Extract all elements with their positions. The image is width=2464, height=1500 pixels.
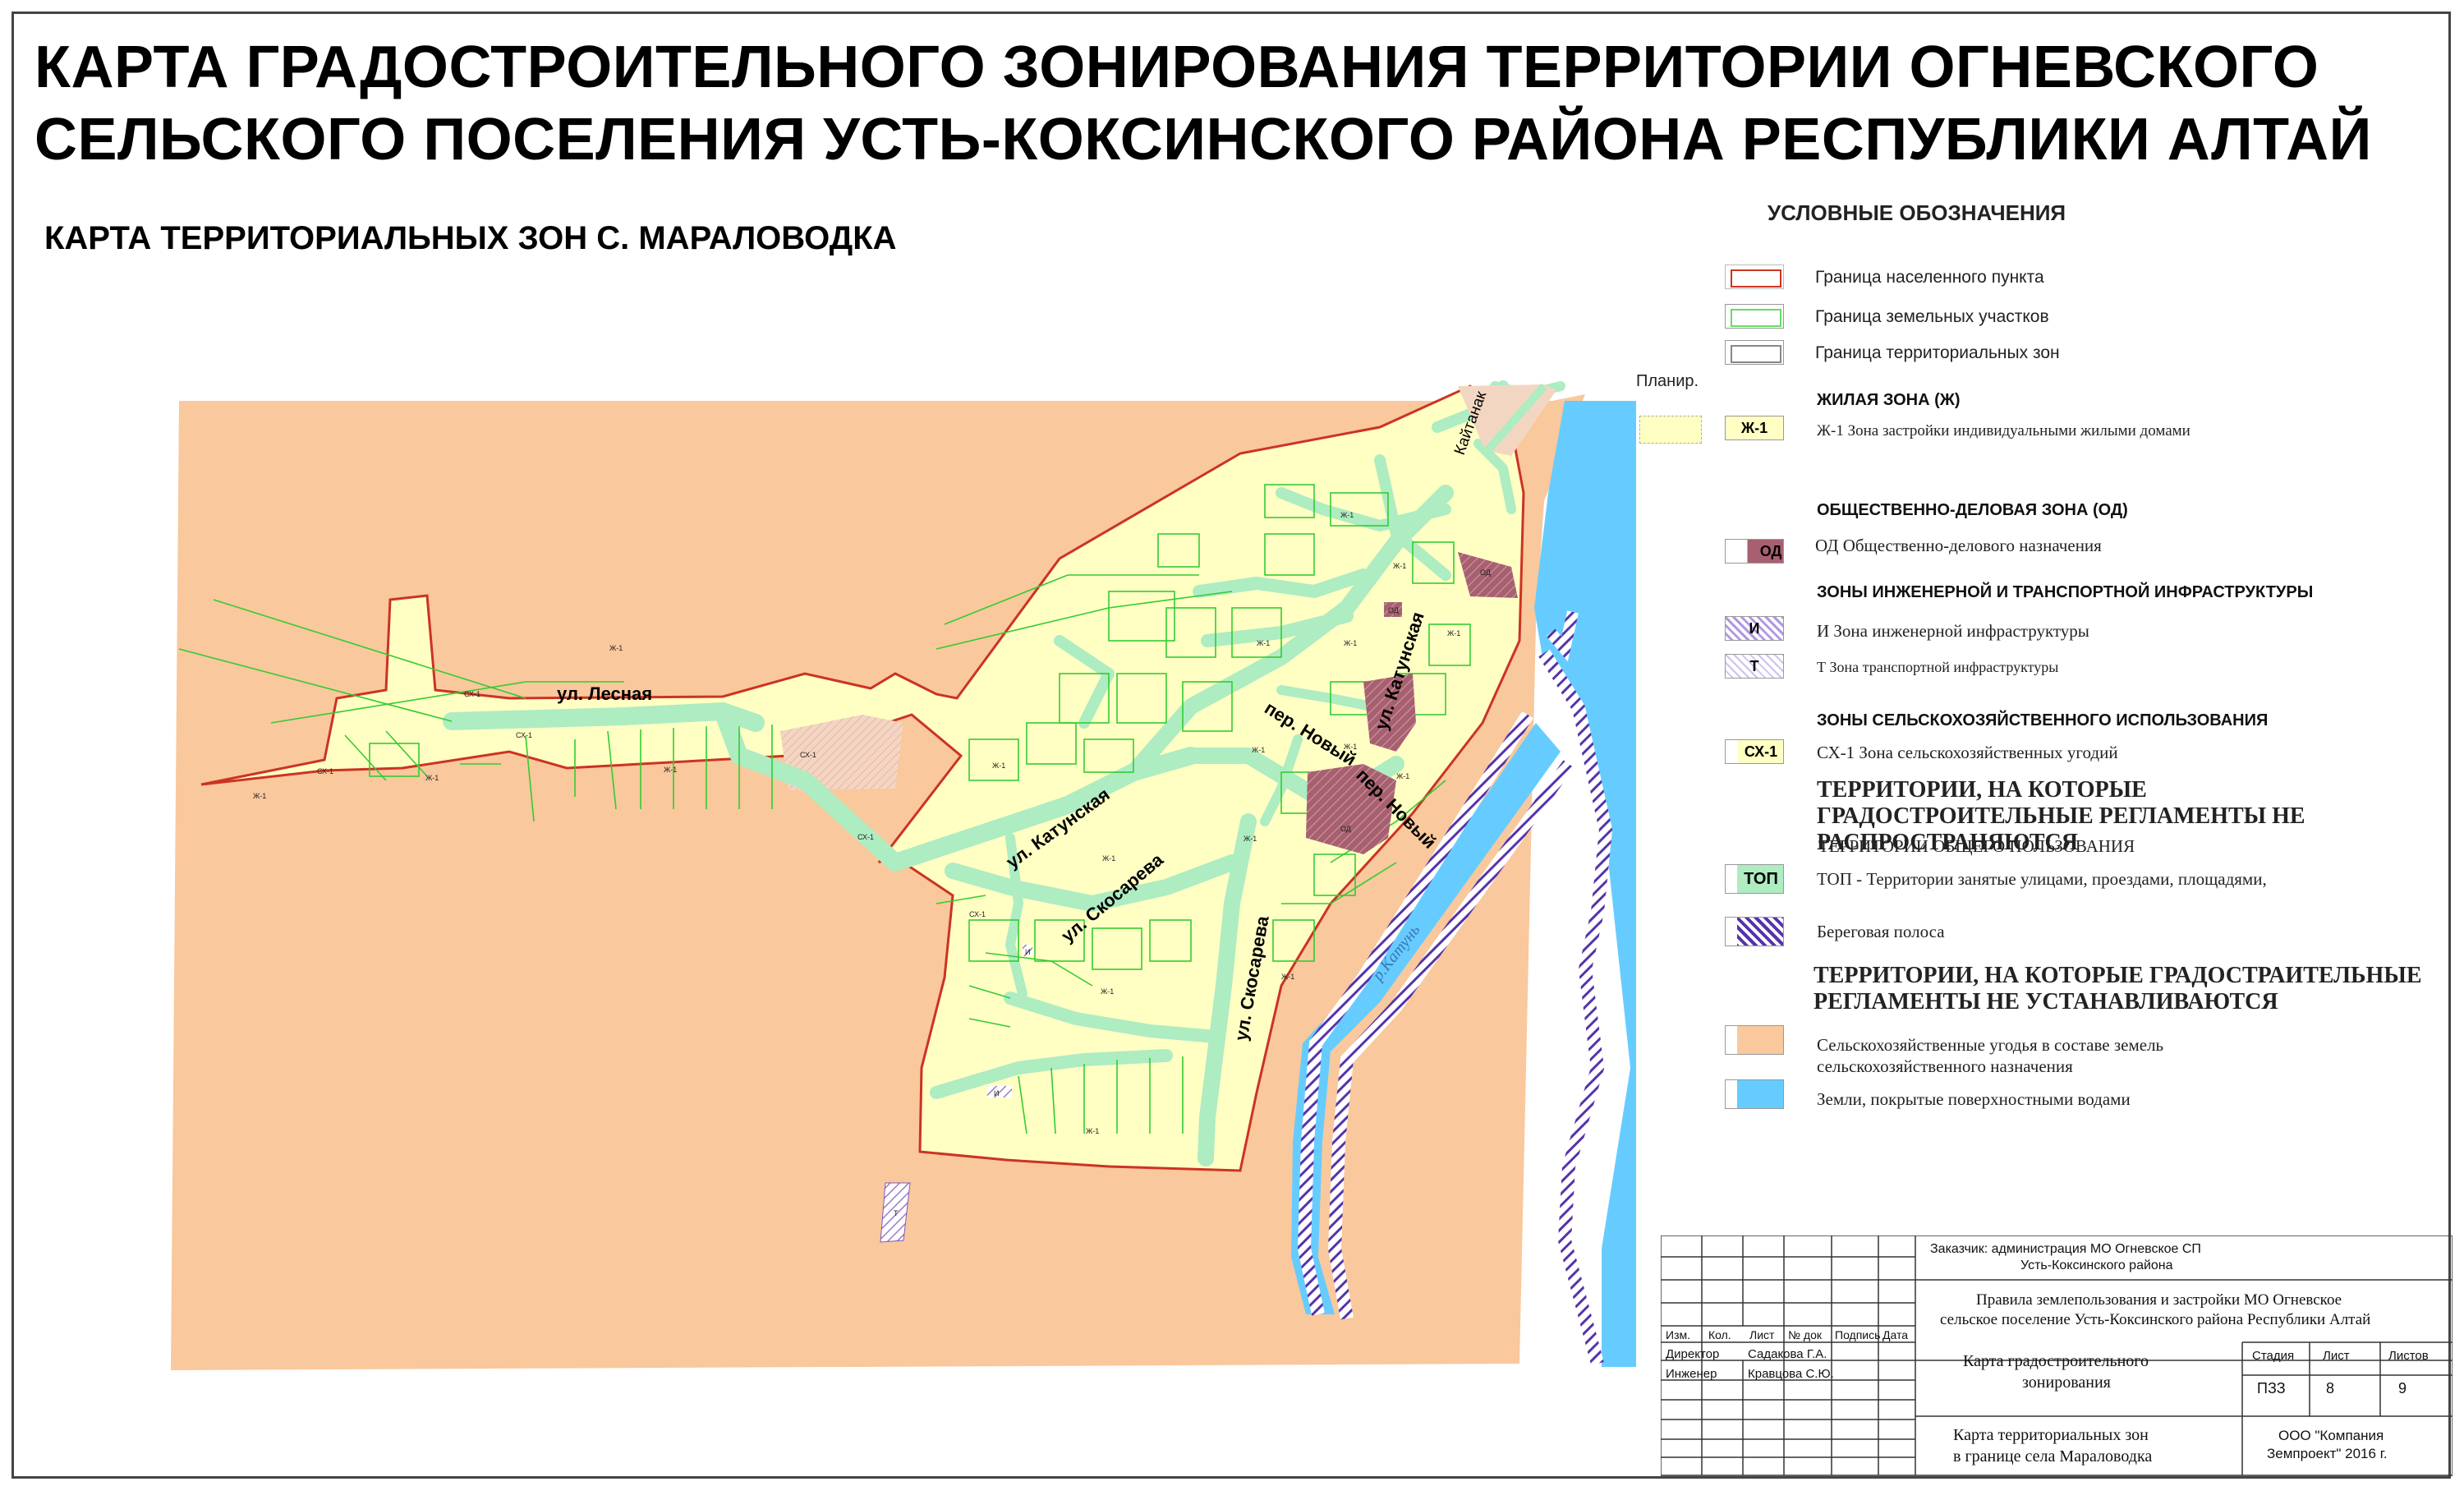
svg-text:И: И xyxy=(1025,948,1030,956)
legend-swatch-top: ТОП xyxy=(1725,864,1784,894)
stamp-role-director: Директор xyxy=(1666,1347,1720,1361)
svg-text:СХ-1: СХ-1 xyxy=(969,910,986,918)
stamp-company-line2: Земпроект" 2016 г. xyxy=(2267,1446,2388,1461)
stamp-role-engineer: Инженер xyxy=(1666,1367,1717,1381)
legend-swatch-zh1: Ж-1 xyxy=(1725,416,1784,440)
legend-water: Земли, покрытые поверхностными водами xyxy=(1817,1089,2131,1109)
katun-river-water xyxy=(1534,401,1636,1367)
stamp-name-engineer: Кравцова С.Ю. xyxy=(1748,1367,1834,1381)
legend-agri-land-line1: Сельскохозяйственные угодья в составе зе… xyxy=(1817,1035,2164,1055)
legend-plot-boundary: Граница земельных участков xyxy=(1815,307,2049,326)
svg-text:СХ-1: СХ-1 xyxy=(317,767,333,775)
svg-text:Ж-1: Ж-1 xyxy=(425,774,439,782)
svg-text:ОД: ОД xyxy=(1340,825,1351,833)
stamp-col-list: Лист xyxy=(1749,1328,1775,1341)
street-lesnaya-label: ул. Лесная xyxy=(557,683,652,704)
svg-text:Ж-1: Ж-1 xyxy=(253,792,266,800)
legend-residential-heading: ЖИЛАЯ ЗОНА (Ж) xyxy=(1817,391,1961,409)
legend-swatch-t: Т xyxy=(1725,654,1784,679)
legend-t: Т Зона транспортной инфраструктуры xyxy=(1817,659,2059,675)
svg-text:Ж-1: Ж-1 xyxy=(1281,973,1294,981)
stamp-listov-value: 9 xyxy=(2398,1380,2407,1396)
svg-text:Ж-1: Ж-1 xyxy=(1393,562,1406,570)
svg-text:Т: Т xyxy=(894,1209,899,1217)
svg-text:Ж-1: Ж-1 xyxy=(1344,743,1357,751)
stamp-project-line1: Правила землепользования и застройки МО … xyxy=(1976,1291,2342,1309)
stamp-customer-line1: Заказчик: администрация МО Огневское СП xyxy=(1930,1242,2201,1256)
svg-text:Ж-1: Ж-1 xyxy=(664,766,677,774)
svg-text:СХ-1: СХ-1 xyxy=(464,690,480,698)
legend-zone-boundary: Граница территориальных зон xyxy=(1815,343,2060,362)
stamp-listov-label: Листов xyxy=(2388,1349,2429,1363)
legend-title: УСЛОВНЫЕ ОБОЗНАЧЕНИЯ xyxy=(1768,200,2066,225)
svg-text:Ж-1: Ж-1 xyxy=(1101,987,1114,996)
legend-agri-land-line2: сельскохозяйственного назначения xyxy=(1817,1056,2073,1076)
legend-agri-heading: ЗОНЫ СЕЛЬСКОХОЗЯЙСТВЕННОГО ИСПОЛЬЗОВАНИЯ xyxy=(1817,711,2269,729)
legend-swatch-zone-boundary xyxy=(1725,340,1784,365)
svg-text:Ж-1: Ж-1 xyxy=(1086,1127,1099,1135)
legend-swatch-sx1: СХ-1 xyxy=(1725,739,1784,764)
svg-text:СХ-1: СХ-1 xyxy=(857,833,874,841)
legend-swatch-i: И xyxy=(1725,616,1784,641)
svg-text:ОД: ОД xyxy=(1480,568,1491,577)
svg-text:Ж-1: Ж-1 xyxy=(1252,746,1265,754)
stamp-col-izm: Изм. xyxy=(1666,1328,1690,1341)
svg-text:Ж-1: Ж-1 xyxy=(1447,629,1460,637)
stamp-col-data: Дата xyxy=(1882,1328,1909,1341)
svg-text:Ж-1: Ж-1 xyxy=(1340,511,1354,519)
stamp-stadia-label: Стадия xyxy=(2252,1349,2295,1363)
stamp-col-podpis: Подпись xyxy=(1835,1328,1881,1341)
i-zone-2 xyxy=(987,1086,1012,1097)
stamp-stadia-value: ПЗЗ xyxy=(2257,1380,2286,1396)
legend-swatch-shore xyxy=(1725,917,1784,946)
legend-shore: Береговая полоса xyxy=(1817,922,1945,941)
legend-od: ОД Общественно-делового назначения xyxy=(1815,536,2102,555)
legend-swatch-water xyxy=(1725,1079,1784,1109)
legend-public-use: ТЕРРИТОРИИ ОБЩЕГО ПОЛЬЗОВАНИЯ xyxy=(1818,836,2135,856)
legend-swatch-od: ОД xyxy=(1725,539,1784,564)
legend-not-set-heading: ТЕРРИТОРИИ, НА КОТОРЫЕ ГРАДОСТРАИТЕЛЬНЫЕ… xyxy=(1814,963,2422,1015)
legend-planir-swatch xyxy=(1639,416,1702,444)
legend-swatch-plot-boundary xyxy=(1725,304,1784,329)
legend-swatch-settlement-boundary xyxy=(1725,265,1784,289)
legend-sx1: СХ-1 Зона сельскохозяйственных угодий xyxy=(1817,743,2118,762)
svg-text:СХ-1: СХ-1 xyxy=(800,751,816,759)
stamp-customer-line2: Усть-Коксинского района xyxy=(2020,1258,2173,1272)
stamp-list-value: 8 xyxy=(2326,1380,2335,1396)
stamp-sheet-line2: в границе села Мараловодка xyxy=(1953,1447,2153,1465)
svg-text:Ж-1: Ж-1 xyxy=(1243,835,1257,843)
svg-text:Ж-1: Ж-1 xyxy=(1102,854,1115,863)
svg-text:Ж-1: Ж-1 xyxy=(1257,639,1270,647)
svg-text:Ж-1: Ж-1 xyxy=(992,762,1005,770)
svg-text:Ж-1: Ж-1 xyxy=(609,644,623,652)
stamp-doc-line1: Карта градостроительного xyxy=(1963,1352,2149,1370)
legend-settlement-boundary: Граница населенного пункта xyxy=(1815,268,2044,287)
legend-swatch-agri-land xyxy=(1725,1025,1784,1055)
legend-infra-heading: ЗОНЫ ИНЖЕНЕРНОЙ И ТРАНСПОРТНОЙ ИНФРАСТРУ… xyxy=(1817,583,2314,601)
legend-i: И Зона инженерной инфраструктуры xyxy=(1817,621,2089,641)
svg-text:СХ-1: СХ-1 xyxy=(516,731,532,739)
stamp-col-kol: Кол. xyxy=(1708,1328,1731,1341)
stamp-list-label: Лист xyxy=(2323,1349,2350,1363)
legend-top: ТОП - Территории занятые улицами, проезд… xyxy=(1817,869,2267,889)
svg-text:Ж-1: Ж-1 xyxy=(1344,639,1357,647)
stamp-sheet-line1: Карта территориальных зон xyxy=(1953,1426,2149,1444)
stamp-doc-line2: зонирования xyxy=(2022,1373,2111,1392)
svg-text:И: И xyxy=(994,1089,999,1097)
svg-text:Ж-1: Ж-1 xyxy=(1396,772,1409,780)
stamp-name-director: Садакова Г.А. xyxy=(1748,1347,1827,1361)
legend-od-heading: ОБЩЕСТВЕННО-ДЕЛОВАЯ ЗОНА (ОД) xyxy=(1817,501,2128,519)
stamp-project-line2: сельское поселение Усть-Коксинского райо… xyxy=(1940,1311,2371,1328)
place-planir-label: Планир. xyxy=(1636,372,1699,390)
svg-text:ОД: ОД xyxy=(1388,606,1399,614)
stamp-company-line1: ООО "Компания xyxy=(2278,1428,2384,1443)
legend-zh1: Ж-1 Зона застройки индивидуальными жилым… xyxy=(1817,422,2190,439)
stamp-col-ndok: № док xyxy=(1788,1328,1822,1341)
